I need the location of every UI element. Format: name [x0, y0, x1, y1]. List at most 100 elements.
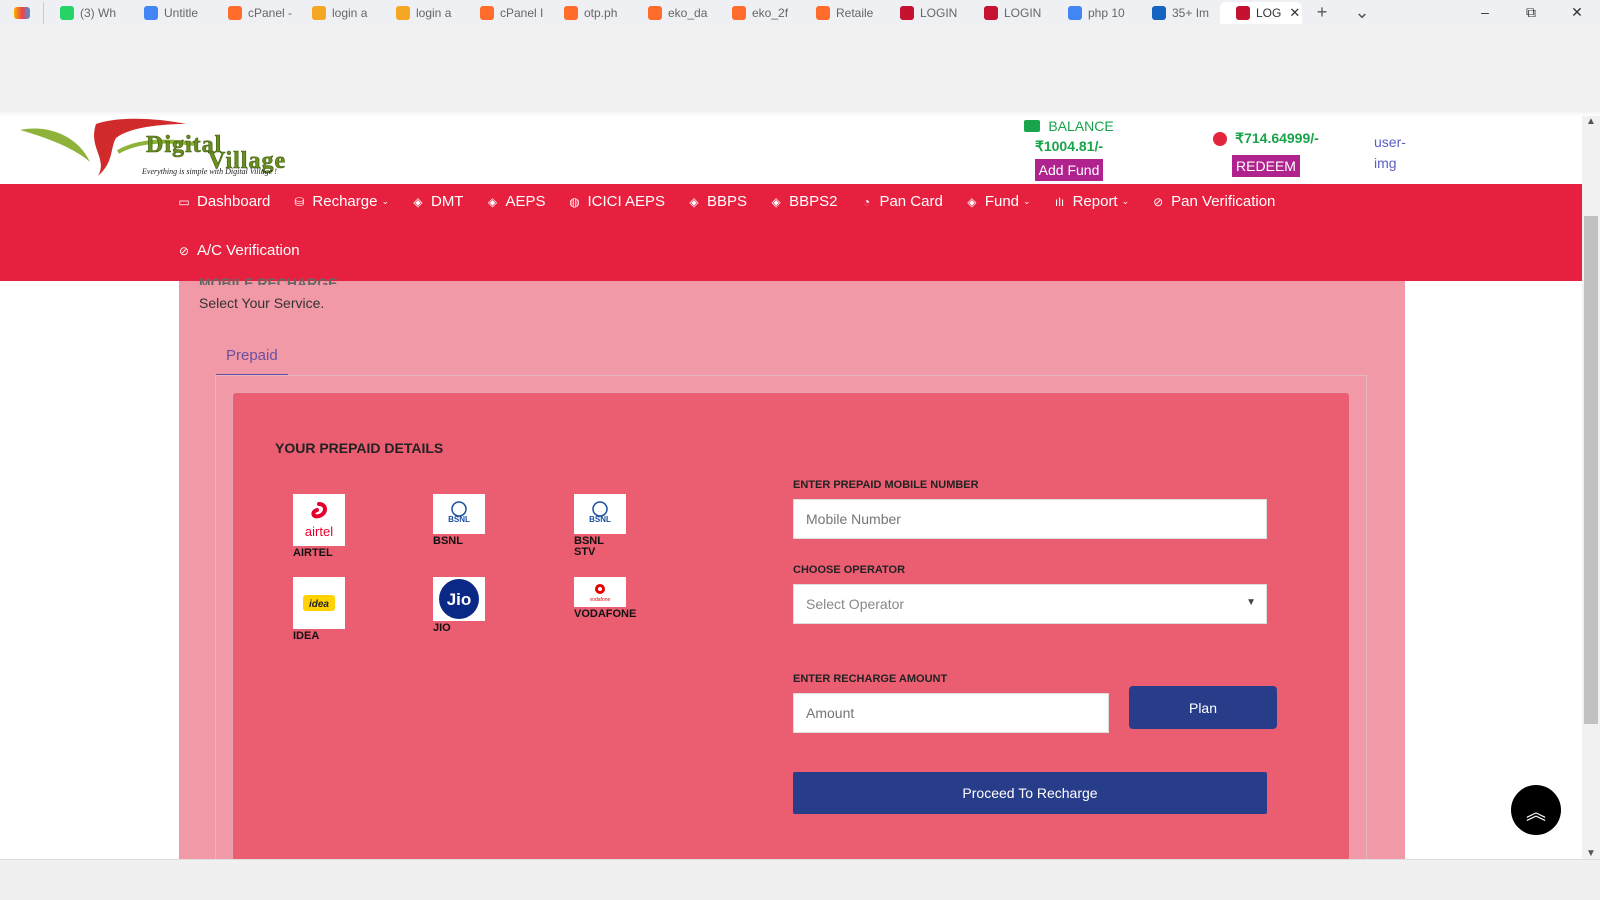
nav-item-label: Report: [1072, 193, 1118, 210]
window-controls: – ⧉ ✕: [1462, 0, 1600, 24]
nav-icon: ⊘: [178, 243, 190, 258]
double-chevron-up-icon: ︽: [1526, 801, 1546, 824]
scrollbar-thumb[interactable]: [1584, 216, 1598, 724]
nav-item-pan-verification[interactable]: ⊘ Pan Verification: [1151, 193, 1275, 210]
nav-item-label: ICICI AEPS: [587, 193, 666, 210]
amount-input[interactable]: [793, 693, 1109, 733]
nav-item-label: AEPS: [505, 193, 546, 210]
browser-tab[interactable]: login a: [296, 2, 380, 24]
nav-row-secondary: ⊘ A/C Verification: [177, 242, 322, 259]
operator-name: AIRTEL: [293, 547, 333, 559]
operator-vodafone[interactable]: vodafone VODAFONE: [574, 577, 654, 620]
browser-tab-label: cPanel I: [500, 6, 544, 20]
page-scrollbar[interactable]: ▲ ▼: [1582, 116, 1600, 859]
browser-tab[interactable]: 35+ Im: [1136, 2, 1220, 24]
operator-airtel[interactable]: airtel AIRTEL: [293, 494, 373, 559]
nav-item-report[interactable]: ılı Report ⌄: [1053, 193, 1129, 210]
operator-bsnl[interactable]: BSNL BSNL: [433, 494, 513, 547]
nav-item-bbps2[interactable]: ◈ BBPS2: [769, 193, 837, 210]
tab-favicon-icon: [1068, 6, 1082, 20]
scroll-to-top-button[interactable]: ︽: [1511, 785, 1561, 835]
nav-icon: ◈: [413, 194, 423, 209]
nav-item-aeps[interactable]: ◈ AEPS: [485, 193, 546, 210]
nav-item-icici-aeps[interactable]: ◍ ICICI AEPS: [568, 193, 666, 210]
browser-tab[interactable]: otp.ph: [548, 2, 632, 24]
browser-tab[interactable]: login a: [380, 2, 464, 24]
mobile-recharge-card: MOBILE RECHARGE Select Your Service. Pre…: [179, 275, 1405, 865]
nav-item-a-c-verification[interactable]: ⊘ A/C Verification: [177, 242, 300, 259]
logo-graphic: Digital Village Everything is simple wit…: [20, 118, 285, 176]
browser-tab-label: 35+ Im: [1172, 6, 1210, 20]
tab-favicon-icon: [732, 6, 746, 20]
svg-text:idea: idea: [309, 599, 329, 610]
operator-name: IDEA: [293, 630, 320, 642]
tab-favicon-icon: [648, 6, 662, 20]
browser-first-tab[interactable]: [0, 2, 44, 24]
close-tab-icon[interactable]: ✕: [1289, 5, 1300, 21]
balance-label-row: BALANCE: [1014, 118, 1124, 134]
redeem-value-row: ₹714.64999/-: [1206, 130, 1326, 147]
operator-label: CHOOSE OPERATOR: [793, 564, 906, 576]
browser-tab[interactable]: eko_2f: [716, 2, 800, 24]
new-tab-button[interactable]: +: [1302, 2, 1342, 24]
add-fund-button[interactable]: Add Fund: [1034, 159, 1104, 181]
browser-tab[interactable]: php 10: [1052, 2, 1136, 24]
user-avatar[interactable]: user-img: [1374, 132, 1414, 174]
nav-row-primary: ▭ Dashboard ⛁ Recharge ⌄ ◈ DMT ◈ AEPS ◍ ICICI AEPS…: [177, 193, 1297, 210]
nav-item-bbps[interactable]: ◈ BBPS: [687, 193, 747, 210]
bsnl-stv-logo-icon: BSNL: [574, 494, 626, 534]
browser-tab[interactable]: cPanel I: [464, 2, 548, 24]
section-subtitle: Select Your Service.: [199, 295, 325, 311]
minimize-button[interactable]: –: [1462, 0, 1508, 24]
prepaid-form: YOUR PREPAID DETAILS airtel AIRTEL BSNL: [232, 392, 1350, 862]
mobile-number-input[interactable]: [793, 499, 1267, 539]
operator-jio[interactable]: Jio JIO: [433, 577, 513, 634]
close-window-button[interactable]: ✕: [1554, 0, 1600, 24]
nav-item-dmt[interactable]: ◈ DMT: [411, 193, 463, 210]
redeem-button[interactable]: REDEEM: [1232, 155, 1300, 177]
restore-button[interactable]: ⧉: [1508, 0, 1554, 24]
browser-tab[interactable]: LOGIN: [884, 2, 968, 24]
bsnl-logo-icon: BSNL: [433, 494, 485, 534]
tab-favicon-icon: [144, 6, 158, 20]
nav-item-recharge[interactable]: ⛁ Recharge ⌄: [292, 193, 389, 210]
browser-tab[interactable]: cPanel -: [212, 2, 296, 24]
browser-tab[interactable]: (3) Wh: [44, 2, 128, 24]
tab-prepaid[interactable]: Prepaid: [216, 347, 288, 376]
browser-tab-label: LOG: [1256, 6, 1282, 20]
proceed-to-recharge-button[interactable]: Proceed To Recharge: [793, 772, 1267, 814]
operator-bsnl-stv[interactable]: BSNL BSNL STV: [574, 494, 654, 558]
browser-tab-label: LOGIN: [1004, 6, 1042, 20]
scroll-up-arrow-icon[interactable]: ▲: [1582, 116, 1600, 127]
site-header: Digital Village Everything is simple wit…: [0, 116, 1582, 184]
tab-list-chevron-icon[interactable]: ⌄: [1342, 2, 1382, 24]
operator-name: BSNL STV: [574, 535, 604, 558]
browser-tab-active[interactable]: LOG ✕: [1220, 2, 1302, 24]
nav-item-label: BBPS: [707, 193, 748, 210]
balance-value: ₹1004.81/-: [1034, 138, 1104, 154]
browser-tab[interactable]: LOGIN: [968, 2, 1052, 24]
browser-tab-strip: (3) Wh Untitle cPanel - login a login a cPane…: [0, 0, 1600, 24]
nav-item-fund[interactable]: ◈ Fund ⌄: [965, 193, 1031, 210]
chevron-down-icon: ⌄: [1023, 196, 1031, 206]
browser-tab[interactable]: Retaile: [800, 2, 884, 24]
nav-icon: ◔: [862, 194, 871, 209]
browser-favicon-icon: [13, 7, 30, 19]
digital-village-logo[interactable]: Digital Village Everything is simple wit…: [18, 118, 338, 182]
amount-label: ENTER RECHARGE AMOUNT: [793, 673, 948, 685]
nav-item-label: Recharge: [312, 193, 378, 210]
mobile-number-label: ENTER PREPAID MOBILE NUMBER: [793, 479, 979, 491]
plan-button[interactable]: Plan: [1129, 686, 1277, 729]
nav-item-dashboard[interactable]: ▭ Dashboard: [177, 193, 270, 210]
browser-tab[interactable]: eko_da: [632, 2, 716, 24]
operator-idea[interactable]: idea IDEA: [293, 577, 373, 642]
browser-tab[interactable]: Untitle: [128, 2, 212, 24]
tab-favicon-icon: [396, 6, 410, 20]
svg-text:BSNL: BSNL: [448, 515, 470, 524]
scroll-down-arrow-icon[interactable]: ▼: [1582, 848, 1600, 859]
nav-item-pan-card[interactable]: ◔ Pan Card: [859, 193, 943, 210]
redeem-value: ₹714.64999/-: [1235, 130, 1319, 146]
operator-select[interactable]: Select Operator ▼: [793, 584, 1267, 624]
nav-item-label: A/C Verification: [197, 242, 300, 259]
svg-text:Jio: Jio: [447, 590, 472, 609]
